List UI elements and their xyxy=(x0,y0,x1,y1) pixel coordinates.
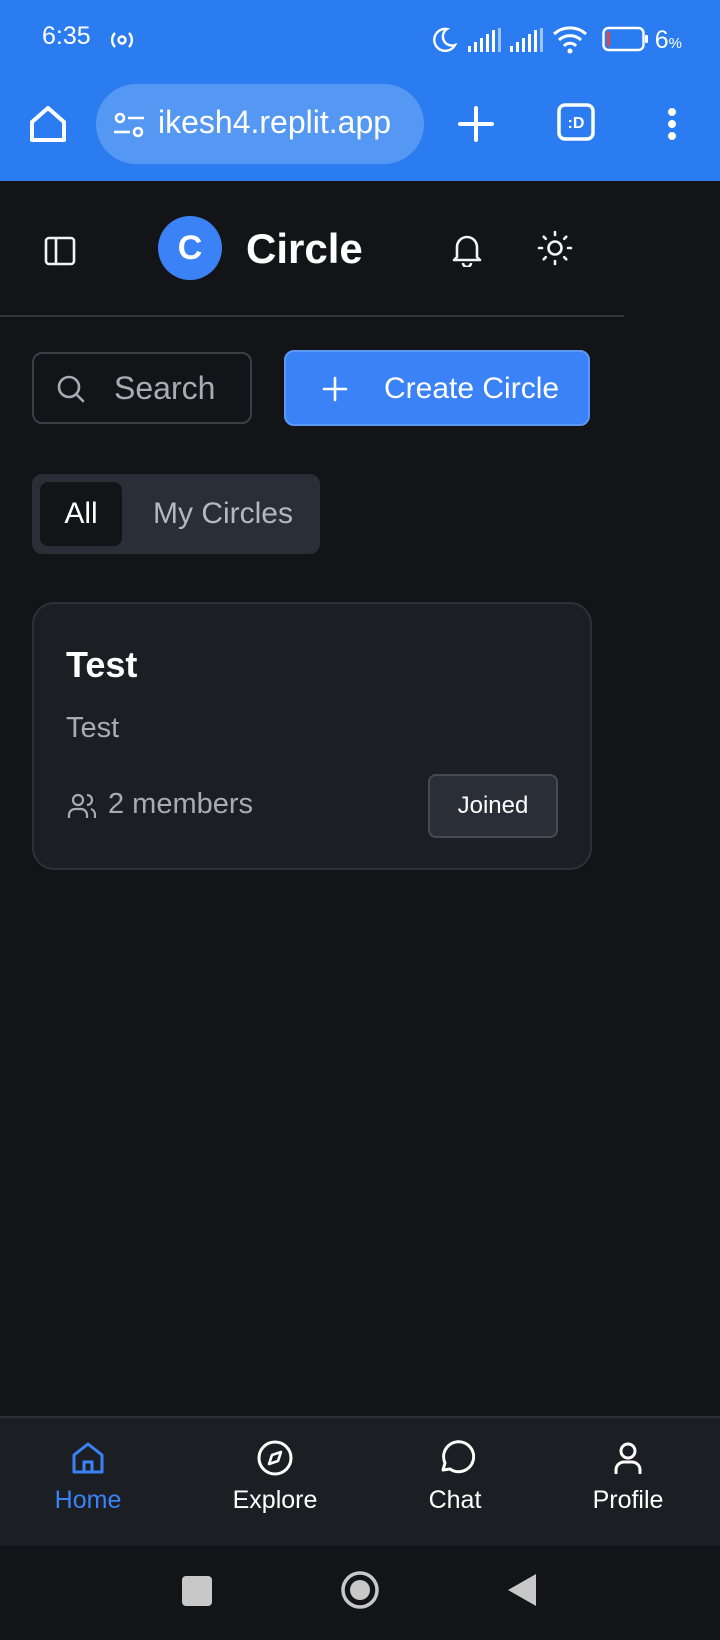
moon-icon xyxy=(433,27,458,52)
home-icon[interactable] xyxy=(24,100,72,148)
compass-icon xyxy=(257,1440,293,1476)
nav-profile-label: Profile xyxy=(592,1486,664,1514)
url-text[interactable]: ikesh4.replit.app xyxy=(158,104,391,141)
status-bar: 6:35 6% xyxy=(0,0,720,80)
app-logo: C xyxy=(158,216,222,280)
nav-home[interactable]: Home xyxy=(38,1438,138,1538)
back-triangle-icon[interactable] xyxy=(506,1572,538,1608)
new-tab-icon[interactable] xyxy=(452,100,500,148)
tab-switcher-label: :D xyxy=(568,115,585,132)
address-bar[interactable]: ikesh4.replit.app xyxy=(96,84,424,164)
search-input[interactable] xyxy=(114,368,244,408)
nav-chat-label: Chat xyxy=(428,1486,482,1514)
hotspot-icon xyxy=(110,32,134,48)
app-title: Circle xyxy=(246,225,363,272)
browser-chrome: 6:35 6% ikesh4.replit.app:D xyxy=(0,0,720,181)
home-icon xyxy=(72,1442,104,1474)
users-icon xyxy=(67,793,97,818)
battery-icon xyxy=(602,26,648,52)
tab-switcher-icon[interactable]: :D xyxy=(556,102,596,142)
joined-button[interactable]: Joined xyxy=(428,774,558,838)
search-icon xyxy=(57,375,85,403)
circle-description: Test xyxy=(66,712,120,744)
tab-my-circles[interactable]: My Circles xyxy=(132,482,314,546)
site-settings-icon[interactable] xyxy=(112,108,146,142)
bell-icon[interactable] xyxy=(450,231,484,267)
create-circle-label: Create Circle xyxy=(384,372,560,405)
member-count: 2 members xyxy=(108,788,254,820)
nav-chat[interactable]: Chat xyxy=(405,1438,505,1538)
system-nav-bar xyxy=(0,1546,720,1640)
signal-icon xyxy=(510,28,543,52)
chat-bubble-icon xyxy=(441,1440,475,1474)
create-circle-button[interactable]: Create Circle xyxy=(284,350,590,426)
filter-tabs: All My Circles xyxy=(32,474,320,554)
browser-toolbar: ikesh4.replit.app :D xyxy=(0,82,720,174)
user-icon xyxy=(614,1442,642,1474)
more-menu-icon[interactable] xyxy=(658,100,686,148)
signal-icon xyxy=(468,28,501,52)
nav-explore-label: Explore xyxy=(232,1486,318,1514)
nav-explore[interactable]: Explore xyxy=(215,1438,335,1538)
nav-home-label: Home xyxy=(54,1486,122,1514)
nav-profile[interactable]: Profile xyxy=(568,1438,688,1538)
home-circle-icon[interactable] xyxy=(340,1570,380,1610)
search-box[interactable] xyxy=(32,352,252,424)
wifi-icon xyxy=(553,26,587,54)
sun-icon[interactable] xyxy=(536,229,574,267)
sidebar-toggle-icon[interactable] xyxy=(42,233,78,269)
tab-all[interactable]: All xyxy=(40,482,122,546)
circle-card[interactable]: Test Test 2 members Joined xyxy=(32,602,592,870)
recents-icon[interactable] xyxy=(182,1576,212,1606)
app-header: C Circle xyxy=(0,181,624,317)
bottom-nav: Home Explore Chat Profile xyxy=(0,1416,720,1546)
battery-percent: 6% xyxy=(654,26,682,54)
circle-title: Test xyxy=(66,644,138,685)
status-time: 6:35 xyxy=(42,22,91,50)
plus-icon xyxy=(322,376,348,402)
status-icons: 6% xyxy=(430,20,720,60)
